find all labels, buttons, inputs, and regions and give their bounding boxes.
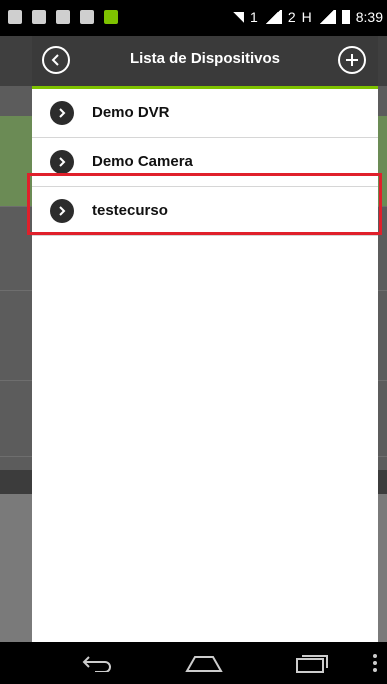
nav-recent-apps-button[interactable] (292, 652, 332, 674)
network-type-label: H (301, 8, 312, 25)
voicemail-icon (104, 10, 118, 24)
image-icon (8, 10, 22, 24)
device-list: Demo DVR Demo Camera testecurso (32, 89, 378, 236)
device-item-demo-dvr[interactable]: Demo DVR (32, 89, 378, 138)
system-status: ◥ 1 2 H 8:39 (233, 8, 383, 25)
nav-home-button[interactable] (184, 652, 224, 674)
signal-1-icon (263, 9, 282, 24)
signal-2-label: 2 (287, 8, 296, 25)
device-list-dialog: Lista de Dispositivos Demo DVR Demo Came… (32, 36, 378, 642)
overflow-menu-icon (373, 654, 377, 672)
wifi-icon: ◥ (233, 8, 245, 24)
recent-apps-icon (296, 655, 328, 673)
notification-icons (8, 10, 118, 24)
navigation-bar (0, 642, 387, 684)
dialog-title: Lista de Dispositivos (129, 50, 281, 67)
signal-1-label: 1 (250, 8, 258, 25)
dialog-header: Lista de Dispositivos (32, 36, 378, 89)
device-item-demo-camera[interactable]: Demo Camera (32, 138, 378, 187)
back-arrow-icon (82, 656, 111, 672)
device-label: Demo Camera (92, 153, 193, 170)
chevron-right-icon (50, 150, 74, 174)
home-icon (185, 656, 223, 672)
signal-2-icon (317, 9, 336, 24)
chevron-right-icon (50, 101, 74, 125)
nav-overflow-menu-button[interactable] (370, 652, 380, 674)
clock: 8:39 (355, 8, 383, 25)
device-item-testecurso[interactable]: testecurso (32, 187, 378, 236)
device-label: testecurso (92, 202, 168, 219)
battery-icon (341, 9, 350, 24)
outlook-icon (56, 10, 70, 24)
message-icon (32, 10, 46, 24)
device-label: Demo DVR (92, 104, 170, 121)
plus-icon (346, 54, 358, 66)
add-device-button[interactable] (338, 46, 366, 74)
nav-back-button[interactable] (78, 652, 118, 674)
chevron-right-icon (50, 199, 74, 223)
status-bar: ◥ 1 2 H 8:39 (0, 0, 387, 36)
incognito-icon (80, 10, 94, 24)
